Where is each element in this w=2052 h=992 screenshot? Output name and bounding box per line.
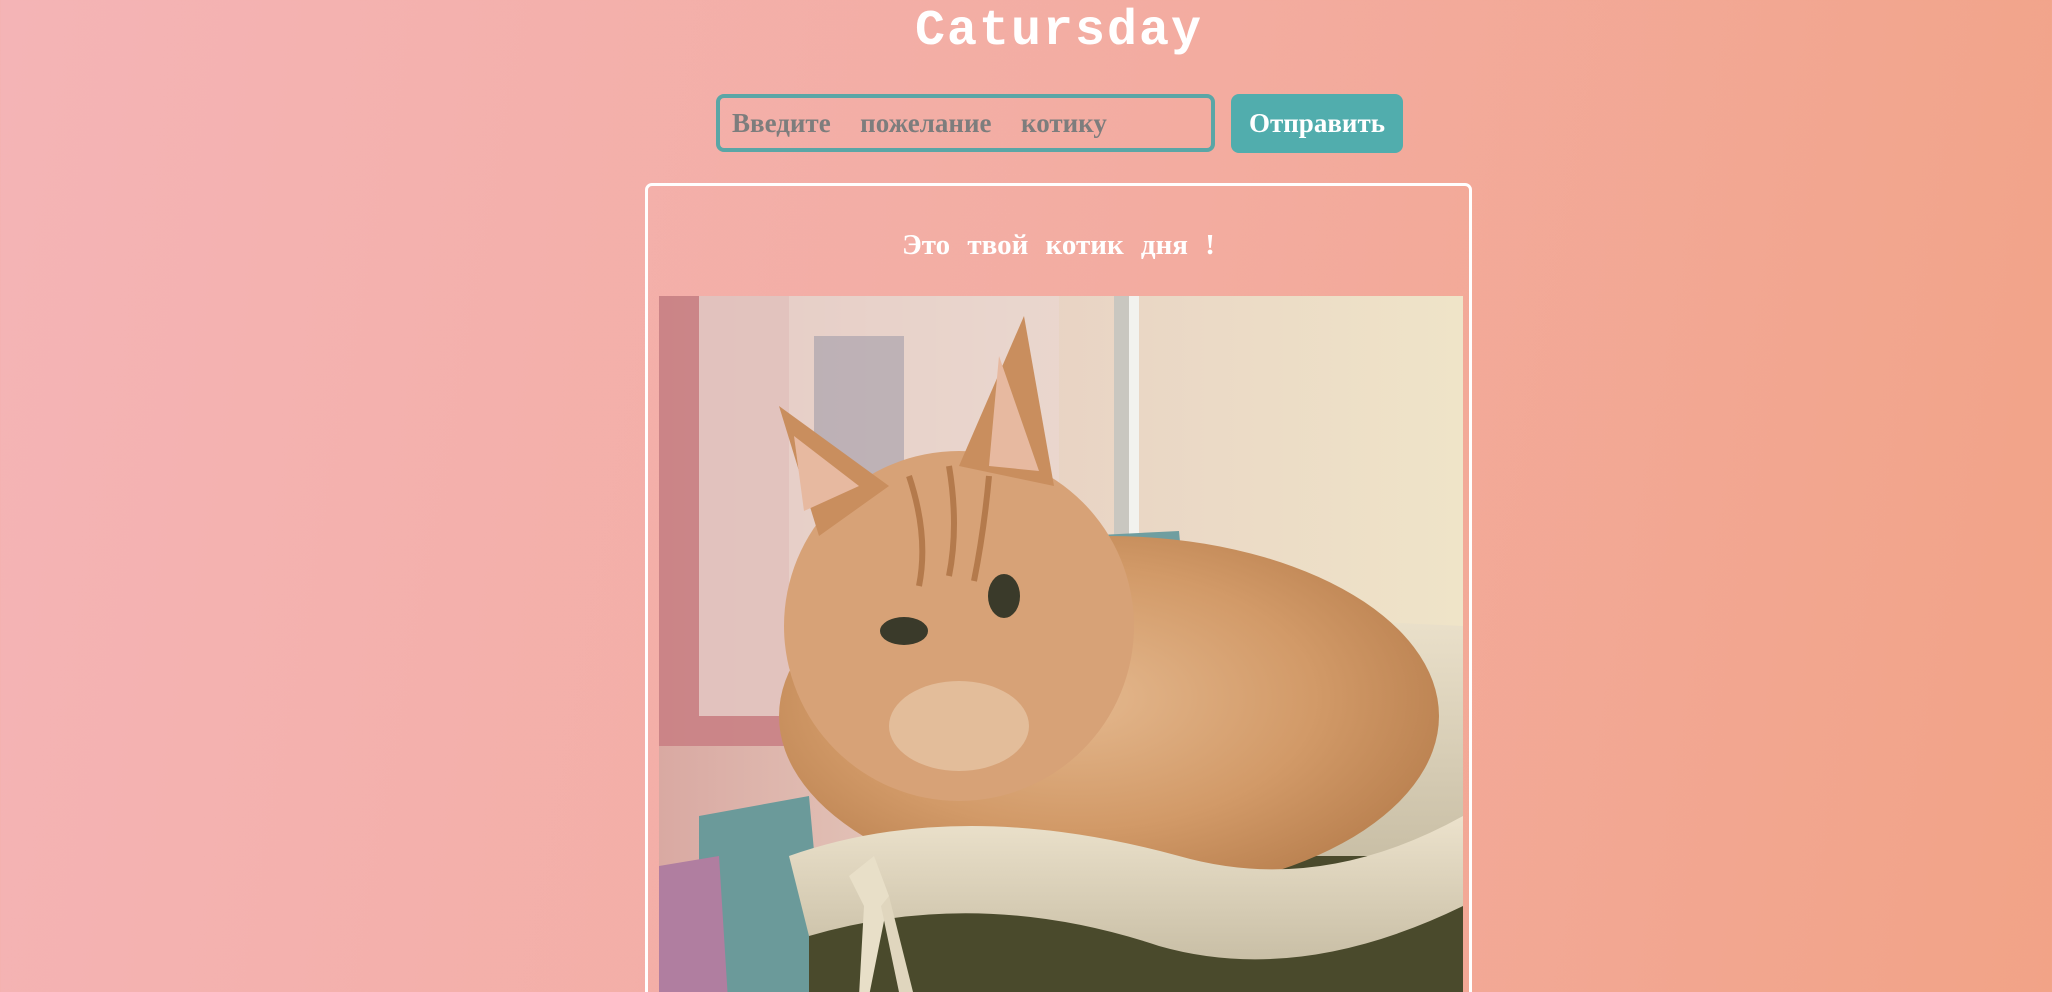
wish-form: Отправить (716, 94, 1403, 153)
card-heading: Это твой котик дня ! (902, 229, 1215, 261)
send-button[interactable]: Отправить (1231, 94, 1403, 153)
cat-of-the-day-card: Это твой котик дня ! (645, 183, 1472, 992)
wish-input[interactable] (716, 94, 1215, 152)
cat-photo (659, 296, 1463, 992)
app-title: Catursday (914, 3, 1204, 60)
